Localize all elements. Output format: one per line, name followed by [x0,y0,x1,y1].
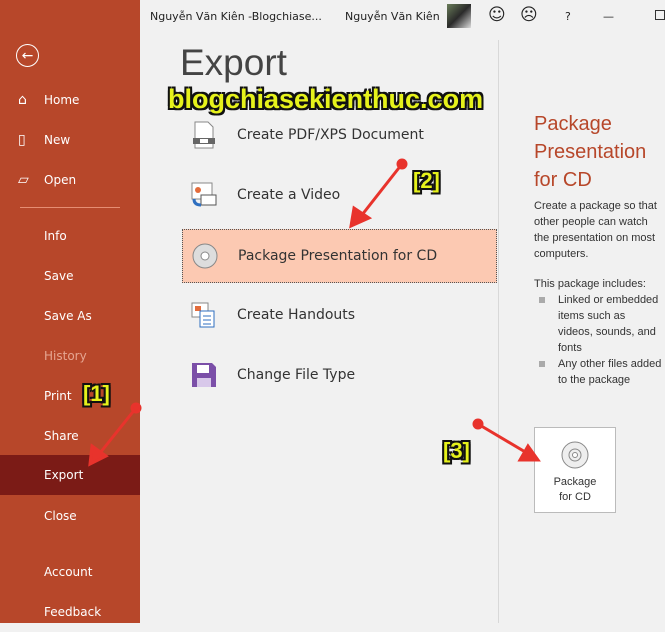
handouts-icon [190,301,218,329]
cd-icon [535,440,615,475]
sidebar-item-label: Close [44,509,77,523]
option-package-for-cd[interactable]: Package Presentation for CD [182,229,497,283]
sidebar-divider [20,207,120,208]
sidebar-item-feedback[interactable]: Feedback [0,592,140,632]
sidebar-item-account[interactable]: Account [0,552,140,592]
sidebar-item-export[interactable]: Export [0,455,140,495]
button-label: for CD [559,491,591,503]
list-item: Any other files added to the package [534,356,662,388]
document-title: Nguyễn Văn Kiên -Blogchiase... [150,10,322,23]
sidebar-item-share[interactable]: Share [0,416,140,456]
detail-panel: Package Presentation for CD Create a pac… [534,110,662,388]
option-label: Create a Video [237,187,341,203]
option-label: Change File Type [237,367,356,383]
annotation-step-3: [3] [443,438,470,463]
annotation-step-2: [2] [413,168,440,193]
includes-label: This package includes: [534,278,646,290]
sidebar-item-label: Export [44,468,84,482]
avatar[interactable] [447,4,471,28]
button-label: Package [553,476,597,488]
smile-feedback-icon[interactable]: ☺ [488,5,506,25]
option-create-video[interactable]: Create a Video [182,168,497,222]
sidebar-item-label: Save [44,269,74,283]
includes-list: Linked or embedded items such as videos,… [534,292,662,388]
sidebar-item-label: Home [44,93,80,107]
file-type-icon [190,361,218,389]
sidebar-item-history[interactable]: History [0,336,140,376]
package-for-cd-button[interactable]: Package for CD [534,427,616,513]
sidebar-item-label: Open [44,173,77,187]
pdf-document-icon [190,121,218,149]
sidebar-item-info[interactable]: Info [0,216,140,256]
option-create-pdf[interactable]: Create PDF/XPS Document [182,108,497,162]
detail-description: Create a package so that other people ca… [534,200,657,260]
list-item: Linked or embedded items such as videos,… [534,292,662,356]
sidebar-item-label: New [44,133,71,147]
frown-feedback-icon[interactable]: ☹ [520,5,538,25]
sidebar-item-label: History [44,349,87,363]
cd-icon [191,242,219,270]
option-label: Create PDF/XPS Document [237,127,424,143]
sidebar-item-open[interactable]: ▱ Open [0,160,140,200]
home-icon: ⌂ [18,92,27,108]
sidebar-item-label: Account [44,565,93,579]
backstage-sidebar: ← ⌂ Home ▯ New ▱ Open Info Save Save As His… [0,0,140,623]
back-arrow-icon: ← [21,47,34,64]
open-folder-icon: ▱ [18,172,29,188]
new-document-icon: ▯ [18,132,26,148]
back-button[interactable]: ← [16,44,39,67]
sidebar-item-new[interactable]: ▯ New [0,120,140,160]
user-name[interactable]: Nguyễn Văn Kiên [345,10,440,23]
maximize-button[interactable] [655,10,665,20]
watermark: blogchiasekienthuc.com [168,84,484,114]
option-create-handouts[interactable]: Create Handouts [182,288,497,342]
option-label: Package Presentation for CD [238,248,438,264]
option-change-file-type[interactable]: Change File Type [182,348,497,402]
minimize-button[interactable]: — [603,10,614,23]
video-icon [190,181,218,209]
sidebar-item-print[interactable]: Print [0,376,140,416]
sidebar-item-label: Share [44,429,79,443]
option-label: Create Handouts [237,307,356,323]
annotation-step-1: [1] [83,381,110,406]
sidebar-item-save[interactable]: Save [0,256,140,296]
sidebar-item-save-as[interactable]: Save As [0,296,140,336]
arrow-3 [477,422,533,458]
title-bar: Nguyễn Văn Kiên -Blogchiase... Nguyễn Vă… [140,0,665,34]
sidebar-item-home[interactable]: ⌂ Home [0,80,140,120]
sidebar-item-close[interactable]: Close [0,496,140,536]
detail-title: Package Presentation for CD [534,113,647,191]
sidebar-item-label: Save As [44,309,92,323]
sidebar-item-label: Info [44,229,67,243]
panel-divider [498,40,499,623]
sidebar-item-label: Feedback [44,605,102,619]
help-button[interactable]: ? [565,10,571,23]
sidebar-item-label: Print [44,389,72,403]
page-title: Export [180,42,287,83]
